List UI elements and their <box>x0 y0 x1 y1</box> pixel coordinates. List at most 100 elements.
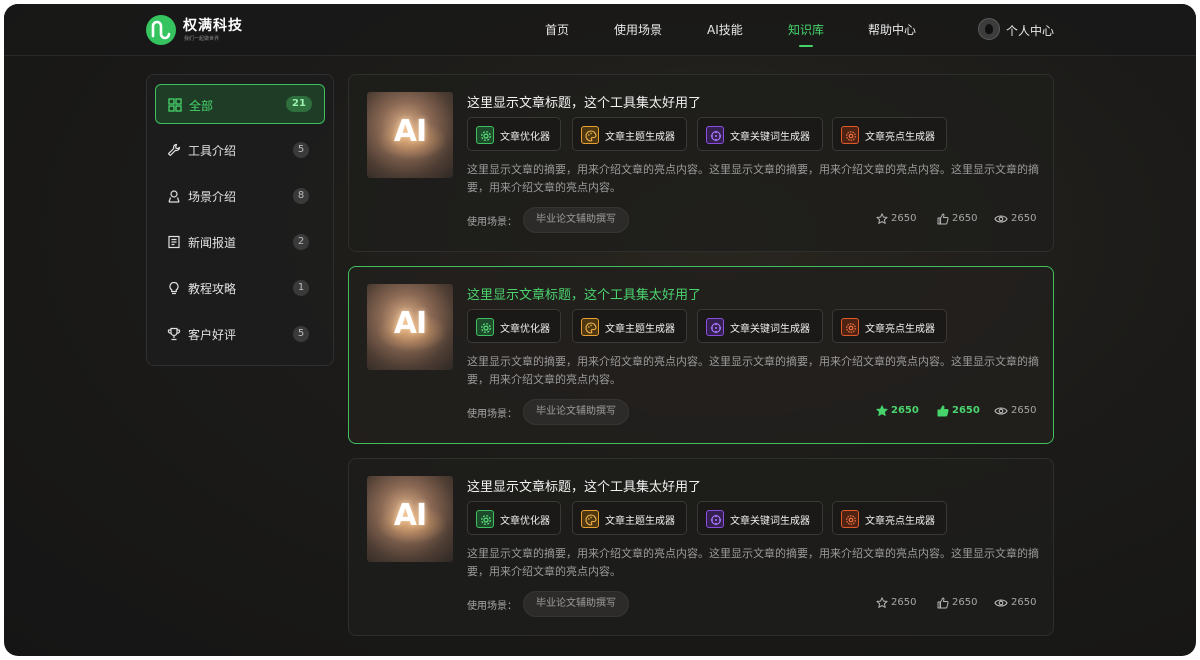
scene-tag[interactable]: 毕业论文辅助撰写 <box>523 207 629 233</box>
sidebar-item-reviews[interactable]: 客户好评 5 <box>155 314 325 354</box>
star-icon <box>876 213 888 224</box>
sidebar-item-label: 工具介绍 <box>188 144 237 158</box>
brand-name: 权满科技 <box>183 18 243 34</box>
palette-icon <box>581 318 599 336</box>
eye-icon <box>994 215 1008 223</box>
tool-chip-keyword-generator[interactable]: 文章关键词生成器 <box>697 501 823 535</box>
eye-icon <box>994 599 1008 607</box>
count-badge: 2 <box>293 234 309 250</box>
article-thumbnail[interactable]: AI <box>367 92 453 178</box>
nav-item-home[interactable]: 首页 <box>545 21 569 38</box>
thumbnail-ai-text: AI <box>393 306 427 341</box>
gear-icon <box>476 126 494 144</box>
sidebar-item-label: 客户好评 <box>188 328 237 342</box>
thumbs-up-icon <box>937 597 949 609</box>
article-title[interactable]: 这里显示文章标题，这个工具集太好用了 <box>467 284 701 303</box>
tool-chip-optimizer[interactable]: 文章优化器 <box>467 501 561 535</box>
favorite-count: 2650 <box>891 597 917 608</box>
count-badge: 21 <box>286 96 312 112</box>
sidebar-item-news[interactable]: 新闻报道 2 <box>155 222 325 262</box>
article-title[interactable]: 这里显示文章标题，这个工具集太好用了 <box>467 476 701 495</box>
tool-label: 文章主题生成器 <box>605 324 675 335</box>
tool-chip-keyword-generator[interactable]: 文章关键词生成器 <box>697 117 823 151</box>
view-count: 2650 <box>1011 213 1037 224</box>
tool-label: 文章关键词生成器 <box>730 516 810 527</box>
article-summary: 这里显示文章的摘要，用来介绍文章的亮点内容。这里显示文章的摘要，用来介绍文章的亮… <box>467 547 1039 578</box>
article-thumbnail[interactable]: AI <box>367 476 453 562</box>
sidebar-item-label: 全部 <box>189 99 214 113</box>
brand-logo[interactable]: 权满科技 我们一起做世界 <box>146 14 266 46</box>
sidebar-item-tools[interactable]: 工具介绍 5 <box>155 130 325 170</box>
scene-tag[interactable]: 毕业论文辅助撰写 <box>523 399 629 425</box>
news-icon <box>168 235 180 249</box>
tool-chip-highlight-generator[interactable]: 文章亮点生成器 <box>832 501 947 535</box>
sidebar-item-tutorials[interactable]: 教程攻略 1 <box>155 268 325 308</box>
wrench-icon <box>167 143 181 157</box>
bulb-icon <box>169 281 179 295</box>
article-title[interactable]: 这里显示文章标题，这个工具集太好用了 <box>467 92 701 111</box>
scene-tag[interactable]: 毕业论文辅助撰写 <box>523 591 629 617</box>
article-summary: 这里显示文章的摘要，用来介绍文章的亮点内容。这里显示文章的摘要，用来介绍文章的亮… <box>467 163 1039 194</box>
scene-label: 使用场景： <box>467 601 517 612</box>
gear-icon <box>476 318 494 336</box>
category-sidebar: 全部 21 工具介绍 5 场景介绍 8 新闻报道 2 教程攻略 1 客户好评 5 <box>146 74 334 366</box>
nav-active-indicator <box>799 45 813 47</box>
tool-chip-highlight-generator[interactable]: 文章亮点生成器 <box>832 117 947 151</box>
target-icon <box>706 318 724 336</box>
tool-label: 文章亮点生成器 <box>865 324 935 335</box>
sidebar-item-all[interactable]: 全部 21 <box>155 84 325 124</box>
favorite-count: 2650 <box>891 213 917 224</box>
app-window: 权满科技 我们一起做世界 首页 使用场景 AI技能 知识库 帮助中心 个人中心 <box>4 4 1196 656</box>
favorite-count: 2650 <box>891 405 919 416</box>
view-count: 2650 <box>1011 597 1037 608</box>
user-center-button[interactable]: 个人中心 <box>978 18 1068 42</box>
thumbnail-ai-text: AI <box>393 114 427 149</box>
target-icon <box>706 126 724 144</box>
tool-label: 文章亮点生成器 <box>865 132 935 143</box>
count-badge: 5 <box>293 326 309 342</box>
palette-icon <box>581 126 599 144</box>
user-center-label: 个人中心 <box>1006 24 1055 38</box>
count-badge: 1 <box>293 280 309 296</box>
count-badge: 5 <box>293 142 309 158</box>
tool-chip-optimizer[interactable]: 文章优化器 <box>467 117 561 151</box>
tool-label: 文章关键词生成器 <box>730 132 810 143</box>
eye-icon <box>994 407 1008 415</box>
tool-chip-topic-generator[interactable]: 文章主题生成器 <box>572 501 687 535</box>
count-badge: 8 <box>293 188 309 204</box>
nav-item-help[interactable]: 帮助中心 <box>868 21 916 38</box>
article-card[interactable]: AI 这里显示文章标题，这个工具集太好用了 文章优化器 文章主题生成器 文章关键 <box>348 266 1054 444</box>
nav-item-knowledge[interactable]: 知识库 <box>788 4 824 56</box>
scene-label: 使用场景： <box>467 217 517 228</box>
tool-chip-optimizer[interactable]: 文章优化器 <box>467 309 561 343</box>
grid-icon <box>168 98 182 112</box>
tool-label: 文章优化器 <box>500 516 550 527</box>
tool-label: 文章主题生成器 <box>605 132 675 143</box>
top-header: 权满科技 我们一起做世界 首页 使用场景 AI技能 知识库 帮助中心 个人中心 <box>4 4 1196 56</box>
tool-chip-topic-generator[interactable]: 文章主题生成器 <box>572 309 687 343</box>
sparkle-icon <box>841 126 859 144</box>
nav-item-scenarios[interactable]: 使用场景 <box>614 21 662 38</box>
star-icon <box>876 597 888 608</box>
gear-icon <box>476 510 494 528</box>
view-count: 2650 <box>1011 405 1037 416</box>
like-count: 2650 <box>952 213 978 224</box>
article-thumbnail[interactable]: AI <box>367 284 453 370</box>
sidebar-item-label: 新闻报道 <box>188 236 237 250</box>
tool-label: 文章关键词生成器 <box>730 324 810 335</box>
article-card[interactable]: AI 这里显示文章标题，这个工具集太好用了 文章优化器 文章主题生成器 文章关键 <box>348 74 1054 252</box>
sidebar-item-label: 场景介绍 <box>188 190 237 204</box>
tool-label: 文章优化器 <box>500 324 550 335</box>
scene-icon <box>168 190 180 203</box>
tool-chip-keyword-generator[interactable]: 文章关键词生成器 <box>697 309 823 343</box>
sidebar-item-scenes[interactable]: 场景介绍 8 <box>155 176 325 216</box>
tool-label: 文章优化器 <box>500 132 550 143</box>
article-card[interactable]: AI 这里显示文章标题，这个工具集太好用了 文章优化器 文章主题生成器 文章关键 <box>348 458 1054 636</box>
sparkle-icon <box>841 318 859 336</box>
thumbs-up-icon <box>937 213 949 225</box>
nav-item-ai-skills[interactable]: AI技能 <box>707 21 743 38</box>
thumbnail-ai-text: AI <box>393 498 427 533</box>
tool-chip-topic-generator[interactable]: 文章主题生成器 <box>572 117 687 151</box>
tool-chip-highlight-generator[interactable]: 文章亮点生成器 <box>832 309 947 343</box>
trophy-icon <box>167 327 181 341</box>
